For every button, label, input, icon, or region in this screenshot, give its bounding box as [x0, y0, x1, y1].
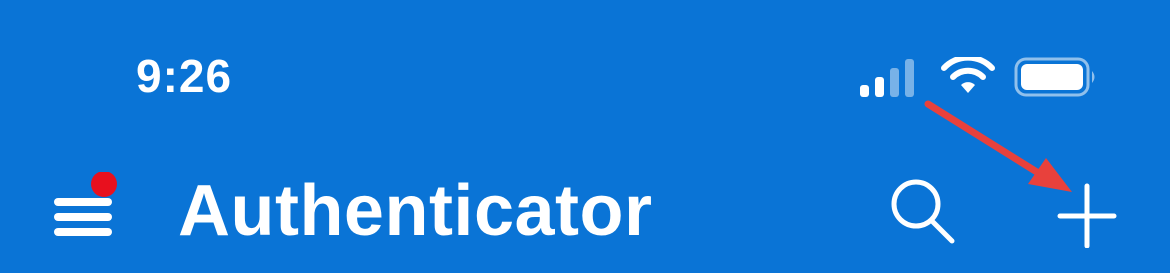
app-header: Authenticator — [0, 150, 1170, 270]
menu-button[interactable] — [48, 171, 128, 242]
search-button[interactable] — [884, 170, 964, 250]
cellular-signal-icon — [860, 59, 914, 97]
search-icon — [891, 179, 955, 244]
status-time: 9:26 — [136, 50, 233, 102]
plus-icon — [1057, 183, 1117, 249]
battery-icon — [1014, 57, 1095, 97]
status-icons — [860, 52, 1098, 102]
status-bar: 9:26 — [0, 0, 1170, 130]
add-account-button[interactable] — [1050, 174, 1124, 249]
notification-dot — [91, 171, 117, 197]
page-title: Authenticator — [178, 171, 653, 251]
hamburger-menu-icon — [54, 171, 117, 236]
wifi-icon — [941, 57, 995, 93]
